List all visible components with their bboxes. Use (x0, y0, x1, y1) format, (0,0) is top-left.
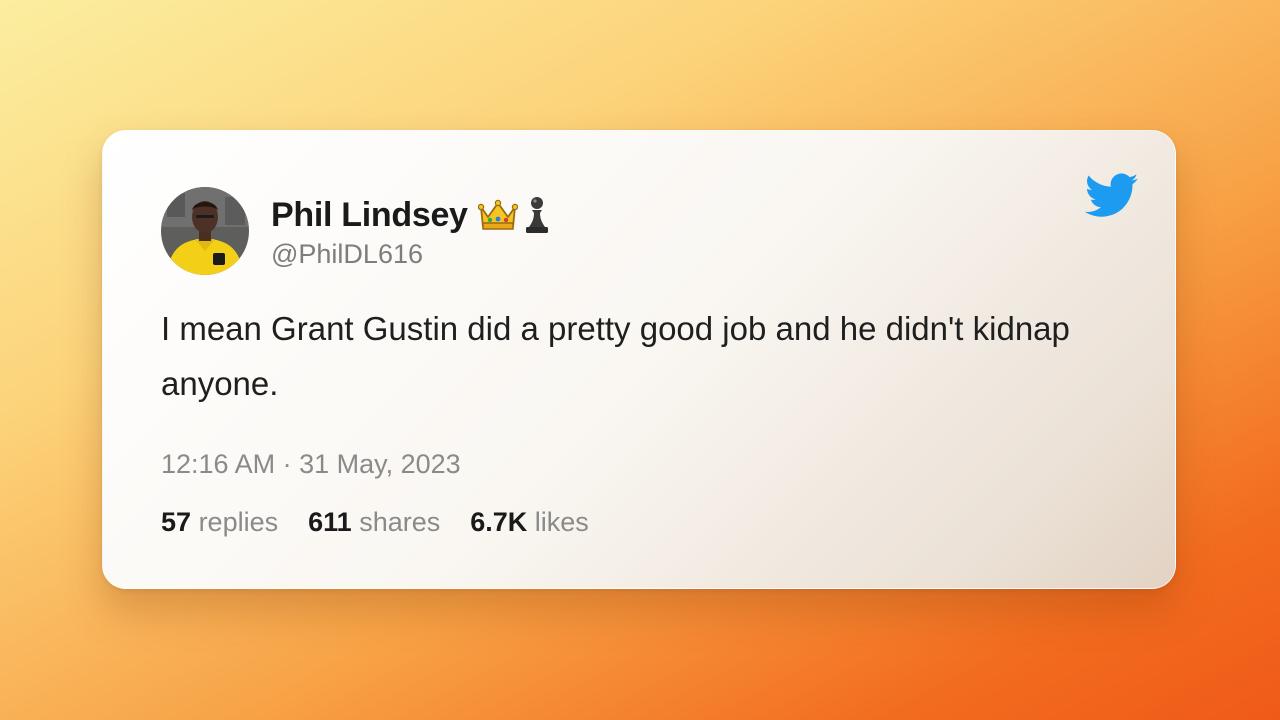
likes-count: 6.7K (470, 507, 528, 537)
shares-count: 611 (308, 507, 352, 537)
crown-emoji-icon (477, 199, 518, 230)
tweet-stats: 57 replies 611 shares 6.7K likes (161, 507, 589, 538)
replies-count: 57 (161, 507, 192, 537)
replies-label: replies (198, 507, 279, 537)
likes-stat[interactable]: 6.7K likes (470, 507, 589, 538)
chess-pawn-emoji-icon (525, 197, 548, 233)
name-row: Phil Lindsey (271, 195, 552, 235)
tweet-text: I mean Grant Gustin did a pretty good jo… (161, 310, 1070, 402)
twitter-bird-icon (1085, 173, 1139, 217)
display-name[interactable]: Phil Lindsey (271, 196, 468, 235)
tweet-card: Phil Lindsey @PhilDL616 I mean Grant Gus… (102, 130, 1176, 589)
tweet-author: Phil Lindsey @PhilDL616 (271, 195, 552, 270)
tweet-timestamp[interactable]: 12:16 AM · 31 May, 2023 (161, 449, 461, 480)
avatar-image (161, 187, 249, 275)
name-badges (477, 195, 552, 235)
likes-label: likes (534, 507, 589, 537)
user-handle[interactable]: @PhilDL616 (271, 239, 552, 270)
shares-stat[interactable]: 611 shares (308, 507, 440, 538)
replies-stat[interactable]: 57 replies (161, 507, 278, 538)
shares-label: shares (359, 507, 441, 537)
avatar[interactable] (161, 187, 249, 275)
